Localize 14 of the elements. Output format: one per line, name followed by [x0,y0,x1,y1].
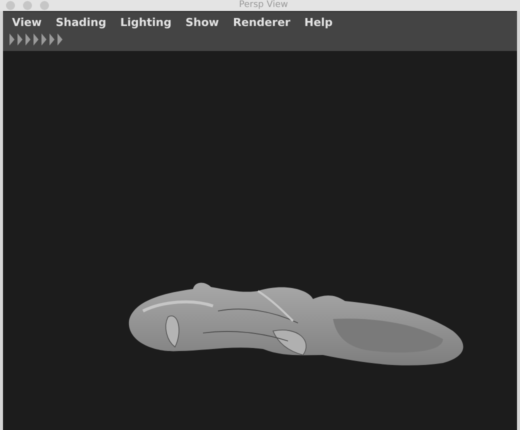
menu-item[interactable]: View [12,16,42,29]
shelf-toggle-icon[interactable] [57,33,63,46]
menu-item[interactable]: Lighting [120,16,172,29]
menu-item[interactable]: Help [304,16,333,29]
window-title: Persp View [239,0,288,11]
shelf-toggle-icon[interactable] [49,33,55,46]
shelf-toggle-icon[interactable] [33,33,39,46]
shelf-toggle-icon[interactable] [9,33,15,46]
menu-item[interactable]: Renderer [232,16,290,29]
menu-item[interactable]: Shading [56,16,106,29]
menu-item[interactable]: Show [185,16,219,29]
shelf-toggle-icon[interactable] [17,33,23,46]
shelf-toggle-icon[interactable] [41,33,47,46]
shelf-toggle-icon[interactable] [25,33,31,46]
